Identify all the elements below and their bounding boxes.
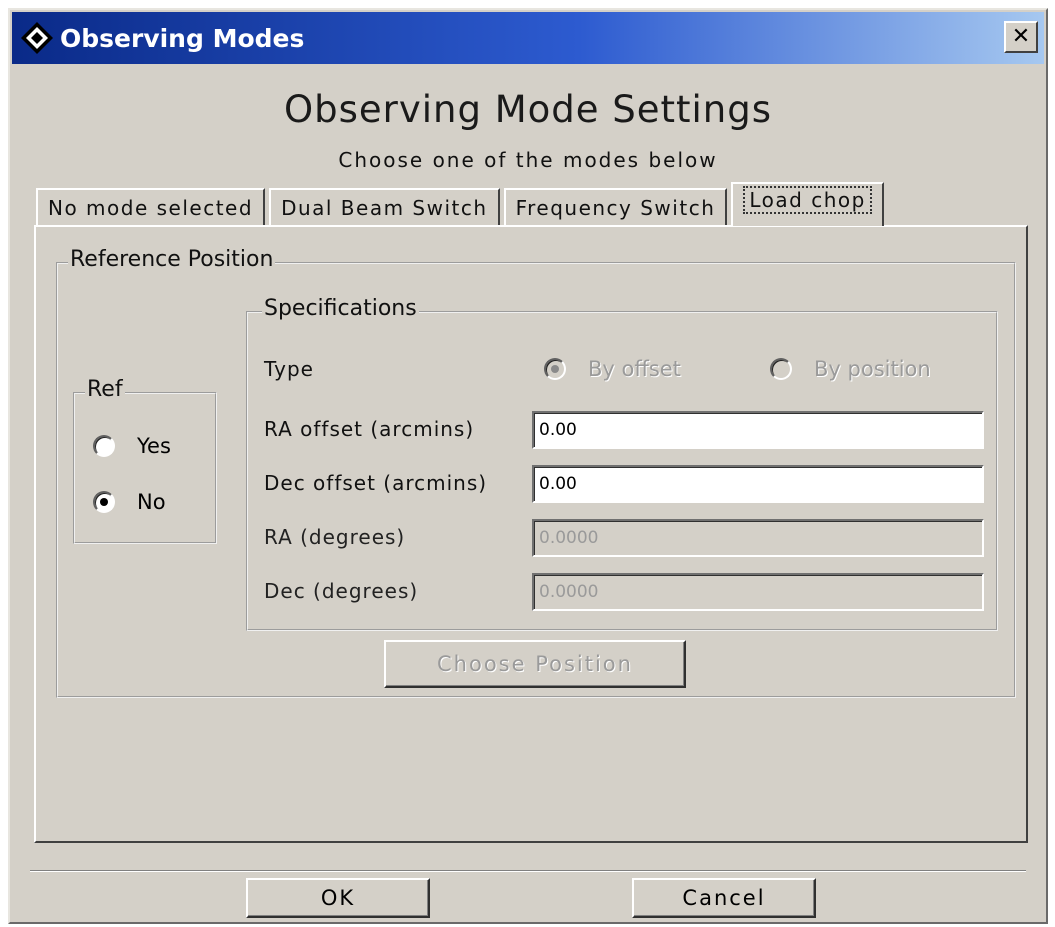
type-label: Type [264, 357, 314, 381]
tab-no-mode-selected[interactable]: No mode selected [36, 188, 266, 226]
tab-load-chop[interactable]: Load chop [731, 182, 884, 226]
dec-degrees-value: 0.0000 [539, 582, 599, 602]
title-bar[interactable]: Observing Modes ✕ [12, 12, 1044, 64]
ref-no-radio[interactable]: No [93, 490, 166, 514]
ref-no-label: No [137, 490, 166, 514]
ra-degrees-value: 0.0000 [539, 528, 599, 548]
tab-dual-beam-switch[interactable]: Dual Beam Switch [269, 188, 500, 226]
reference-position-label: Reference Position [68, 247, 276, 272]
dec-degrees-input[interactable]: 0.0000 [532, 573, 984, 611]
close-icon: ✕ [1011, 24, 1031, 49]
ok-button[interactable]: OK [246, 878, 430, 918]
choose-position-label: Choose Position [437, 652, 633, 676]
tab-frequency-switch[interactable]: Frequency Switch [503, 188, 728, 226]
radio-selected-icon [93, 491, 115, 513]
ref-group: Ref Yes No [73, 377, 217, 544]
tab-label: Load chop [743, 186, 872, 214]
page-title: Observing Mode Settings [283, 88, 773, 131]
by-offset-label: By offset [588, 357, 681, 381]
specifications-group: Specifications Type By offset By positio… [246, 296, 998, 631]
ref-yes-radio[interactable]: Yes [93, 434, 171, 458]
mode-tabs: No mode selected Dual Beam Switch Freque… [36, 182, 888, 226]
radio-selected-icon [544, 358, 566, 380]
ra-degrees-input[interactable]: 0.0000 [532, 519, 984, 557]
dec-degrees-label: Dec (degrees) [264, 579, 419, 603]
ok-label: OK [320, 886, 356, 910]
load-chop-panel: Reference Position Ref Yes No Specificat… [34, 225, 1028, 843]
ref-label: Ref [85, 377, 125, 402]
tab-label: Frequency Switch [515, 196, 716, 220]
ra-degrees-label: RA (degrees) [264, 525, 406, 549]
specifications-label: Specifications [262, 296, 419, 321]
page-subtitle: Choose one of the modes below [338, 148, 718, 172]
window-title: Observing Modes [60, 23, 305, 53]
tab-label: Dual Beam Switch [281, 196, 488, 220]
dec-offset-input[interactable]: 0.00 [532, 465, 984, 503]
close-button[interactable]: ✕ [1004, 21, 1038, 53]
tab-label: No mode selected [48, 196, 254, 220]
ref-yes-label: Yes [137, 434, 171, 458]
cancel-button[interactable]: Cancel [632, 878, 816, 918]
ra-offset-input[interactable]: 0.00 [532, 411, 984, 449]
radio-icon [93, 435, 115, 457]
app-diamond-icon [21, 22, 53, 54]
ra-offset-label: RA offset (arcmins) [264, 417, 475, 441]
by-offset-radio[interactable]: By offset [544, 357, 681, 381]
by-position-radio[interactable]: By position [770, 357, 931, 381]
footer-separator [30, 870, 1026, 872]
observing-modes-window: Observing Modes ✕ Observing Mode Setting… [8, 8, 1048, 924]
dec-offset-label: Dec offset (arcmins) [264, 471, 488, 495]
choose-position-button[interactable]: Choose Position [384, 640, 686, 688]
radio-icon [770, 358, 792, 380]
dec-offset-value: 0.00 [539, 474, 577, 494]
ra-offset-value: 0.00 [539, 420, 577, 440]
by-position-label: By position [814, 357, 931, 381]
reference-position-group: Reference Position Ref Yes No Specificat… [56, 247, 1016, 698]
cancel-label: Cancel [682, 886, 766, 910]
